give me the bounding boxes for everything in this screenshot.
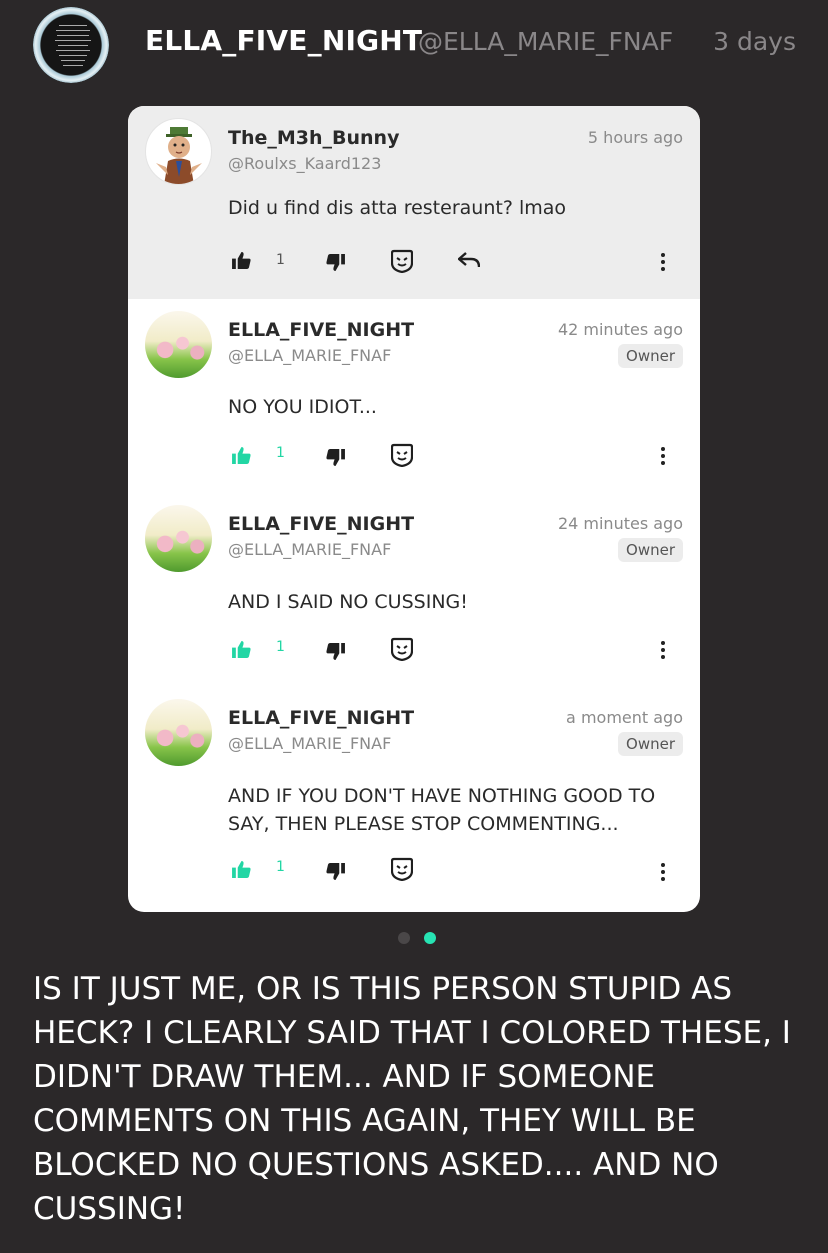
comment-item: The_M3h_Bunny @Roulxs_Kaard123 5 hours a…	[128, 106, 700, 299]
commenter-avatar[interactable]	[145, 311, 212, 378]
more-vertical-icon[interactable]	[660, 641, 666, 662]
commenter-name[interactable]: ELLA_FIVE_NIGHT	[228, 513, 414, 535]
avatar-text-pattern	[53, 21, 93, 70]
like-button[interactable]	[232, 252, 251, 269]
commenter-name[interactable]: The_M3h_Bunny	[228, 127, 399, 149]
commenter-name[interactable]: ELLA_FIVE_NIGHT	[228, 319, 414, 341]
shield-face-icon	[391, 249, 413, 273]
dislike-button[interactable]	[326, 449, 345, 466]
owner-badge: Owner	[618, 344, 683, 368]
author-name[interactable]: ELLA_FIVE_NIGHT	[145, 24, 422, 57]
commenter-handle[interactable]: @Roulxs_Kaard123	[228, 154, 381, 173]
comment-item: ELLA_FIVE_NIGHT @ELLA_MARIE_FNAF 42 minu…	[128, 299, 700, 493]
thumbs-up-icon	[232, 641, 251, 658]
reply-button[interactable]	[458, 252, 480, 268]
owner-badge: Owner	[618, 732, 683, 756]
thumbs-up-icon	[232, 861, 251, 878]
award-button[interactable]	[391, 249, 413, 273]
thumbs-up-icon	[232, 252, 251, 269]
comment-item: ELLA_FIVE_NIGHT @ELLA_MARIE_FNAF 24 minu…	[128, 493, 700, 687]
thumbs-down-icon	[326, 449, 345, 466]
thumbs-down-icon	[326, 254, 345, 271]
shield-face-icon	[391, 857, 413, 881]
post-timestamp: 3 days	[713, 27, 796, 56]
commenter-name[interactable]: ELLA_FIVE_NIGHT	[228, 707, 414, 729]
owner-badge: Owner	[618, 538, 683, 562]
award-button[interactable]	[391, 637, 413, 661]
comment-timestamp: 5 hours ago	[587, 128, 683, 147]
dislike-button[interactable]	[326, 643, 345, 660]
like-button[interactable]	[232, 861, 251, 878]
author-avatar[interactable]	[31, 5, 111, 85]
comment-text: Did u find dis atta resteraunt? lmao	[228, 197, 566, 219]
comment-text: NO YOU IDIOT...	[228, 396, 377, 418]
comment-timestamp: 24 minutes ago	[557, 514, 683, 533]
like-button[interactable]	[232, 641, 251, 658]
like-count: 1	[276, 859, 285, 875]
like-count: 1	[276, 445, 285, 461]
shield-face-icon	[391, 443, 413, 467]
author-handle[interactable]: @ELLA_MARIE_FNAF	[418, 27, 673, 56]
more-vertical-icon[interactable]	[660, 447, 666, 468]
commenter-avatar[interactable]	[145, 699, 212, 766]
reply-arrow-icon	[458, 252, 480, 268]
commenter-avatar[interactable]	[145, 505, 212, 572]
like-count: 1	[276, 252, 285, 268]
award-button[interactable]	[391, 857, 413, 881]
more-vertical-icon[interactable]	[660, 253, 666, 274]
comment-timestamp: a moment ago	[566, 708, 683, 727]
post-caption: IS IT JUST ME, OR IS THIS PERSON STUPID …	[33, 971, 791, 1227]
thumbs-down-icon	[326, 863, 345, 880]
shield-face-icon	[391, 637, 413, 661]
comment-thread-screenshot[interactable]: The_M3h_Bunny @Roulxs_Kaard123 5 hours a…	[128, 106, 700, 912]
dislike-button[interactable]	[326, 254, 345, 271]
more-vertical-icon[interactable]	[660, 863, 666, 884]
comment-timestamp: 42 minutes ago	[557, 320, 683, 339]
thumbs-up-icon	[232, 447, 251, 464]
dislike-button[interactable]	[326, 863, 345, 880]
award-button[interactable]	[391, 443, 413, 467]
like-button[interactable]	[232, 447, 251, 464]
pagination-dot-active[interactable]	[424, 932, 436, 944]
comment-text: AND IF YOU DON'T HAVE NOTHING GOOD TO SA…	[228, 785, 656, 835]
thumbs-down-icon	[326, 643, 345, 660]
carousel-pagination	[398, 932, 436, 944]
commenter-handle[interactable]: @ELLA_MARIE_FNAF	[228, 346, 391, 365]
comment-item: ELLA_FIVE_NIGHT @ELLA_MARIE_FNAF a momen…	[128, 687, 700, 912]
pagination-dot[interactable]	[398, 932, 410, 944]
post-header: ELLA_FIVE_NIGHT @ELLA_MARIE_FNAF 3 days	[0, 0, 828, 90]
commenter-handle[interactable]: @ELLA_MARIE_FNAF	[228, 540, 391, 559]
comment-text: AND I SAID NO CUSSING!	[228, 591, 468, 613]
commenter-avatar[interactable]	[145, 118, 212, 185]
like-count: 1	[276, 639, 285, 655]
commenter-handle[interactable]: @ELLA_MARIE_FNAF	[228, 734, 391, 753]
